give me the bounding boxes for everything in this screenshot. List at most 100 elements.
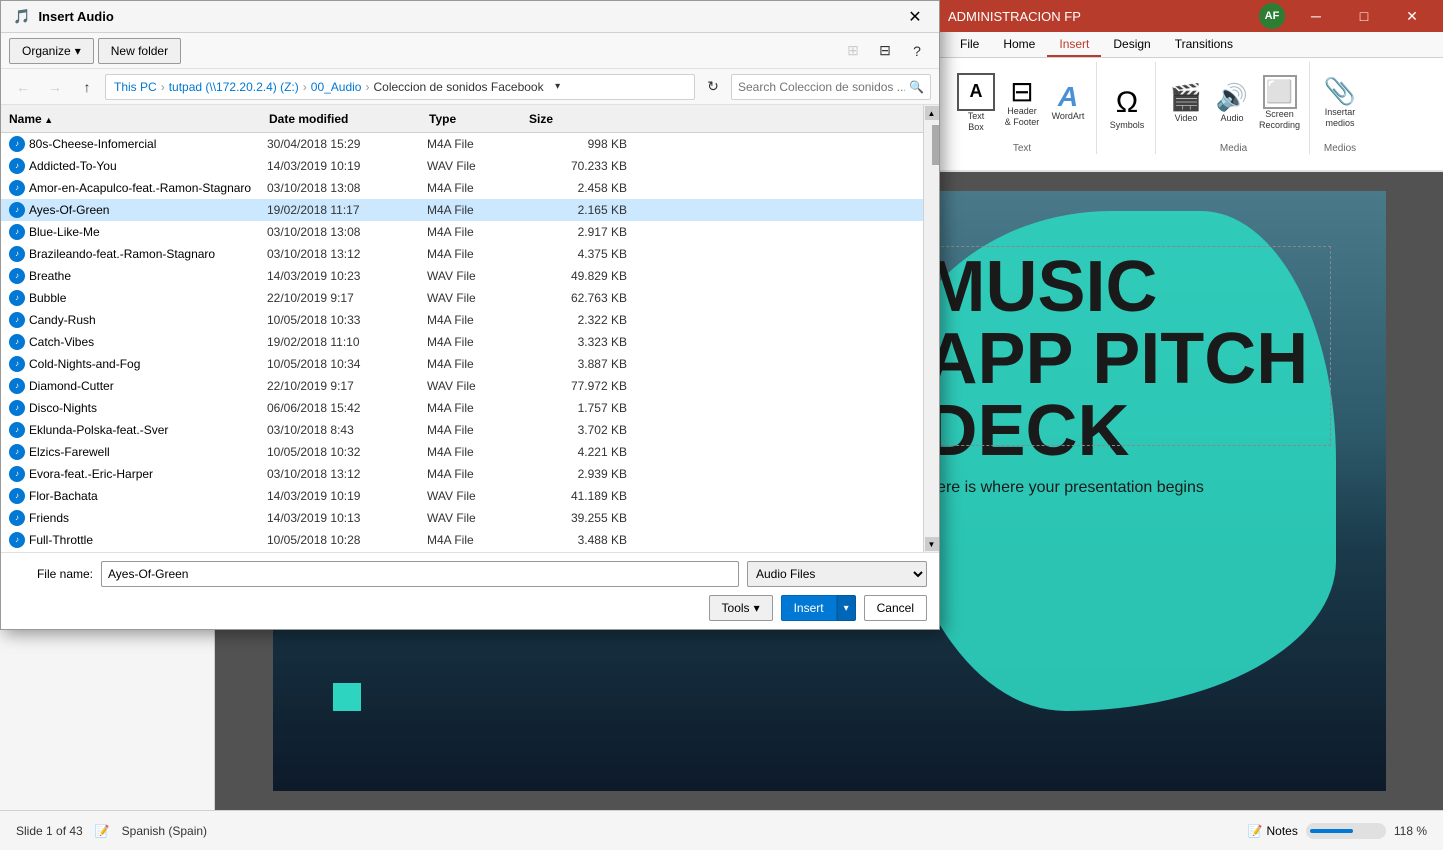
table-row[interactable]: ♪ Evora-feat.-Eric-Harper 03/10/2018 13:…: [1, 463, 923, 485]
organize-button[interactable]: Organize ▾: [9, 38, 94, 64]
file-date: 14/03/2019 10:13: [267, 511, 427, 525]
insertar-medios-icon: 📎: [1324, 76, 1356, 107]
insertar-medios-button[interactable]: 📎 Insertarmedios: [1318, 73, 1362, 132]
file-icon: ♪: [9, 246, 25, 262]
filename-input[interactable]: [101, 561, 739, 587]
col-header-size[interactable]: Size: [529, 112, 629, 126]
file-icon: ♪: [9, 224, 25, 240]
file-type: WAV File: [427, 511, 527, 525]
header-footer-button[interactable]: ⊟ Header& Footer: [1000, 75, 1044, 131]
wordart-button[interactable]: A WordArt: [1046, 80, 1090, 125]
file-list-container: Name Date modified Type Size ♪ 80s-Chees…: [1, 105, 939, 552]
ppt-close-button[interactable]: ✕: [1389, 0, 1435, 32]
col-header-date[interactable]: Date modified: [269, 112, 429, 126]
new-folder-button[interactable]: New folder: [98, 38, 181, 64]
insert-button-group: Insert ▾: [781, 595, 856, 621]
table-row[interactable]: ♪ Catch-Vibes 19/02/2018 11:10 M4A File …: [1, 331, 923, 353]
table-row[interactable]: ♪ Full-Throttle 10/05/2018 10:28 M4A Fil…: [1, 529, 923, 551]
view-toggle-button[interactable]: ⊟: [871, 37, 899, 65]
table-row[interactable]: ♪ Elzics-Farewell 10/05/2018 10:32 M4A F…: [1, 441, 923, 463]
file-name: Candy-Rush: [29, 313, 267, 327]
table-row[interactable]: ♪ Addicted-To-You 14/03/2019 10:19 WAV F…: [1, 155, 923, 177]
file-name: Bubble: [29, 291, 267, 305]
tab-design[interactable]: Design: [1101, 33, 1162, 57]
file-type: M4A File: [427, 423, 527, 437]
help-button[interactable]: ?: [903, 37, 931, 65]
table-row[interactable]: ♪ Amor-en-Acapulco-feat.-Ramon-Stagnaro …: [1, 177, 923, 199]
file-date: 14/03/2019 10:23: [267, 269, 427, 283]
file-name: Blue-Like-Me: [29, 225, 267, 239]
table-row[interactable]: ♪ Blue-Like-Me 03/10/2018 13:08 M4A File…: [1, 221, 923, 243]
breadcrumb-bar: This PC › tutpad (\\172.20.2.4) (Z:) › 0…: [105, 74, 695, 100]
file-type: M4A File: [427, 335, 527, 349]
breadcrumb-this-pc[interactable]: This PC: [114, 80, 157, 94]
tab-transitions[interactable]: Transitions: [1163, 33, 1245, 57]
table-row[interactable]: ♪ Ayes-Of-Green 19/02/2018 11:17 M4A Fil…: [1, 199, 923, 221]
file-date: 03/10/2018 13:12: [267, 467, 427, 481]
table-row[interactable]: ♪ 80s-Cheese-Infomercial 30/04/2018 15:2…: [1, 133, 923, 155]
video-button[interactable]: 🎬 Video: [1164, 79, 1208, 127]
file-icon: ♪: [9, 400, 25, 416]
table-row[interactable]: ♪ Flor-Bachata 14/03/2019 10:19 WAV File…: [1, 485, 923, 507]
file-size: 3.488 KB: [527, 533, 627, 547]
search-icon: 🔍: [909, 80, 924, 94]
table-row[interactable]: ♪ Candy-Rush 10/05/2018 10:33 M4A File 2…: [1, 309, 923, 331]
restore-button[interactable]: □: [1341, 0, 1387, 32]
table-row[interactable]: ♪ Friends 14/03/2019 10:13 WAV File 39.2…: [1, 507, 923, 529]
file-list-header: Name Date modified Type Size: [1, 105, 923, 133]
breadcrumb-dropdown-button[interactable]: ▾: [548, 77, 568, 97]
file-size: 39.255 KB: [527, 511, 627, 525]
file-type: M4A File: [427, 247, 527, 261]
language-label: Spanish (Spain): [122, 824, 207, 838]
file-name: Brazileando-feat.-Ramon-Stagnaro: [29, 247, 267, 261]
file-icon: ♪: [9, 268, 25, 284]
dialog-close-button[interactable]: ✕: [903, 5, 927, 29]
tab-file[interactable]: File: [948, 33, 991, 57]
table-row[interactable]: ♪ Bubble 22/10/2019 9:17 WAV File 62.763…: [1, 287, 923, 309]
scroll-down-button[interactable]: ▼: [925, 537, 939, 551]
symbols-button[interactable]: Ω Symbols: [1105, 83, 1149, 134]
audio-button[interactable]: 🔊 Audio: [1210, 79, 1254, 127]
col-header-name[interactable]: Name: [9, 112, 269, 126]
file-type: M4A File: [427, 467, 527, 481]
file-icon: ♪: [9, 510, 25, 526]
file-name: Full-Throttle: [29, 533, 267, 547]
table-row[interactable]: ♪ Cold-Nights-and-Fog 10/05/2018 10:34 M…: [1, 353, 923, 375]
scroll-up-button[interactable]: ▲: [925, 106, 939, 120]
file-icon: ♪: [9, 444, 25, 460]
col-header-type[interactable]: Type: [429, 112, 529, 126]
breadcrumb-current[interactable]: Coleccion de sonidos Facebook: [373, 80, 543, 94]
table-row[interactable]: ♪ Disco-Nights 06/06/2018 15:42 M4A File…: [1, 397, 923, 419]
refresh-button[interactable]: ↻: [699, 73, 727, 101]
up-button[interactable]: ↑: [73, 73, 101, 101]
table-row[interactable]: ♪ Diamond-Cutter 22/10/2019 9:17 WAV Fil…: [1, 375, 923, 397]
table-row[interactable]: ♪ Brazileando-feat.-Ramon-Stagnaro 03/10…: [1, 243, 923, 265]
filetype-select[interactable]: Audio Files All Files (*.*): [747, 561, 927, 587]
breadcrumb-audio[interactable]: 00_Audio: [311, 80, 362, 94]
textbox-button[interactable]: A TextBox: [954, 70, 998, 136]
tab-home[interactable]: Home: [991, 33, 1047, 57]
table-row[interactable]: ♪ Breathe 14/03/2019 10:23 WAV File 49.8…: [1, 265, 923, 287]
file-size: 2.458 KB: [527, 181, 627, 195]
scroll-thumb[interactable]: [932, 125, 940, 165]
tab-insert[interactable]: Insert: [1047, 33, 1101, 57]
screen-recording-button[interactable]: ⬜ ScreenRecording: [1256, 72, 1303, 134]
notes-button[interactable]: 📝 Notes: [1248, 824, 1298, 838]
table-row[interactable]: ♪ Eklunda-Polska-feat.-Sver 03/10/2018 8…: [1, 419, 923, 441]
minimize-button[interactable]: ─: [1293, 0, 1339, 32]
search-input[interactable]: [738, 80, 905, 94]
tools-dropdown-icon: ▾: [754, 601, 760, 615]
forward-button[interactable]: →: [41, 73, 69, 101]
insert-button[interactable]: Insert: [781, 595, 837, 621]
cancel-button[interactable]: Cancel: [864, 595, 927, 621]
tools-button[interactable]: Tools ▾: [709, 595, 773, 621]
back-button[interactable]: ←: [9, 73, 37, 101]
file-date: 10/05/2018 10:32: [267, 445, 427, 459]
view-options-button[interactable]: ⊞: [839, 37, 867, 65]
file-name: Elzics-Farewell: [29, 445, 267, 459]
breadcrumb-tutpad[interactable]: tutpad (\\172.20.2.4) (Z:): [169, 80, 299, 94]
scrollbar[interactable]: ▲ ▼: [923, 105, 939, 552]
file-size: 70.233 KB: [527, 159, 627, 173]
zoom-slider[interactable]: [1306, 823, 1386, 839]
insert-dropdown-button[interactable]: ▾: [837, 595, 856, 621]
